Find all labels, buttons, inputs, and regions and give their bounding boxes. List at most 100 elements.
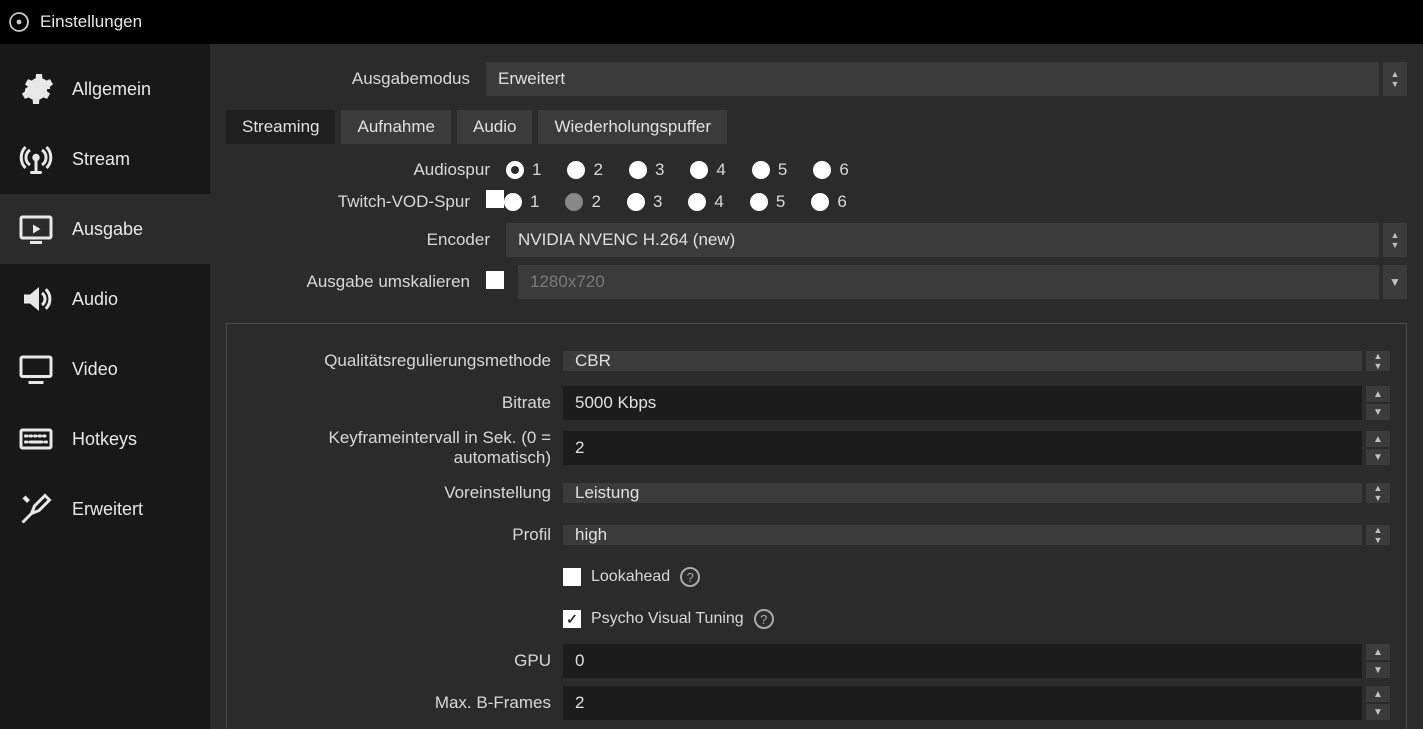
twitchvod-radio-5[interactable]: 5 [750, 192, 785, 212]
keyframe-input[interactable]: 2 [563, 431, 1362, 465]
twitchvod-radio-2[interactable]: 2 [565, 192, 600, 212]
preset-label: Voreinstellung [243, 483, 563, 503]
lookahead-checkbox[interactable] [563, 568, 581, 586]
output-tabs: Streaming Aufnahme Audio Wiederholungspu… [226, 110, 1407, 144]
audiotrack-radio-group: 1 2 3 4 5 6 [506, 160, 849, 180]
twitchvod-radio-6[interactable]: 6 [811, 192, 846, 212]
gpu-label: GPU [243, 651, 563, 671]
chevron-down-icon: ▼ [1389, 275, 1401, 289]
sidebar-item-video[interactable]: Video [0, 334, 210, 404]
chevron-down-icon: ▼ [1374, 494, 1383, 502]
sidebar-item-label: Allgemein [72, 79, 151, 100]
sidebar-item-advanced[interactable]: Erweitert [0, 474, 210, 544]
chevron-up-icon: ▲ [1374, 526, 1383, 534]
gear-icon [16, 69, 56, 109]
bframes-spinner[interactable]: ▲ ▼ [1366, 686, 1390, 720]
spinner-down-icon[interactable]: ▼ [1366, 704, 1390, 720]
help-icon[interactable]: ? [680, 567, 700, 587]
twitchvod-radio-3[interactable]: 3 [627, 192, 662, 212]
twitchvod-radio-4[interactable]: 4 [688, 192, 723, 212]
sidebar: Allgemein Stream Ausgabe Audio Video [0, 44, 210, 729]
twitchvod-radio-group: 1 2 3 4 5 6 [504, 192, 847, 212]
encoder-label: Encoder [226, 230, 506, 250]
output-icon [16, 209, 56, 249]
rescale-select[interactable]: 1280x720 [518, 265, 1379, 299]
spinner-down-icon[interactable]: ▼ [1366, 404, 1390, 420]
twitchvod-radio-1[interactable]: 1 [504, 192, 539, 212]
sidebar-item-hotkeys[interactable]: Hotkeys [0, 404, 210, 474]
rate-control-stepper[interactable]: ▲▼ [1366, 351, 1390, 371]
tab-audio[interactable]: Audio [457, 110, 532, 144]
preset-select[interactable]: Leistung [563, 483, 1362, 503]
lookahead-label: Lookahead [591, 568, 670, 586]
tab-streaming[interactable]: Streaming [226, 110, 335, 144]
audiotrack-radio-5[interactable]: 5 [752, 160, 787, 180]
bframes-label: Max. B-Frames [243, 693, 563, 713]
chevron-down-icon: ▼ [1374, 362, 1383, 370]
psycho-checkbox[interactable] [563, 610, 581, 628]
psycho-label: Psycho Visual Tuning [591, 610, 744, 628]
rescale-dropdown-button[interactable]: ▼ [1383, 265, 1407, 299]
rate-control-label: Qualitätsregulierungsmethode [243, 351, 563, 371]
audiotrack-label: Audiospur [226, 160, 506, 180]
sidebar-item-general[interactable]: Allgemein [0, 54, 210, 124]
help-icon[interactable]: ? [754, 609, 774, 629]
twitchvod-enable-checkbox[interactable] [486, 190, 504, 208]
bframes-input[interactable]: 2 [563, 686, 1362, 720]
chevron-down-icon: ▼ [1391, 80, 1400, 88]
spinner-up-icon[interactable]: ▲ [1366, 386, 1390, 402]
output-mode-select[interactable]: Erweitert [486, 62, 1379, 96]
audiotrack-radio-2[interactable]: 2 [567, 160, 602, 180]
app-logo-icon [8, 11, 30, 33]
encoder-settings-group: Qualitätsregulierungsmethode CBR ▲▼ Bitr… [226, 323, 1407, 729]
titlebar: Einstellungen [0, 0, 1423, 44]
keyboard-icon [16, 419, 56, 459]
spinner-up-icon[interactable]: ▲ [1366, 686, 1390, 702]
sidebar-item-label: Hotkeys [72, 429, 137, 450]
spinner-down-icon[interactable]: ▼ [1366, 449, 1390, 465]
chevron-up-icon: ▲ [1374, 352, 1383, 360]
sidebar-item-label: Ausgabe [72, 219, 143, 240]
spinner-down-icon[interactable]: ▼ [1366, 662, 1390, 678]
profile-select[interactable]: high [563, 525, 1362, 545]
sidebar-item-label: Video [72, 359, 118, 380]
gpu-spinner[interactable]: ▲ ▼ [1366, 644, 1390, 678]
rescale-checkbox[interactable] [486, 271, 504, 289]
profile-stepper[interactable]: ▲▼ [1366, 525, 1390, 545]
speaker-icon [16, 279, 56, 319]
spinner-up-icon[interactable]: ▲ [1366, 431, 1390, 447]
chevron-down-icon: ▼ [1374, 536, 1383, 544]
tools-icon [16, 489, 56, 529]
sidebar-item-label: Audio [72, 289, 118, 310]
sidebar-item-output[interactable]: Ausgabe [0, 194, 210, 264]
chevron-up-icon: ▲ [1391, 70, 1400, 78]
preset-stepper[interactable]: ▲▼ [1366, 483, 1390, 503]
chevron-down-icon: ▼ [1391, 241, 1400, 249]
spinner-up-icon[interactable]: ▲ [1366, 644, 1390, 660]
output-mode-stepper[interactable]: ▲ ▼ [1383, 62, 1407, 96]
audiotrack-radio-6[interactable]: 6 [813, 160, 848, 180]
bitrate-spinner[interactable]: ▲ ▼ [1366, 386, 1390, 420]
audiotrack-radio-1[interactable]: 1 [506, 160, 541, 180]
bitrate-input[interactable]: 5000 Kbps [563, 386, 1362, 420]
twitchvod-label: Twitch-VOD-Spur [226, 192, 486, 212]
encoder-stepper[interactable]: ▲ ▼ [1383, 223, 1407, 257]
audiotrack-radio-4[interactable]: 4 [690, 160, 725, 180]
chevron-up-icon: ▲ [1391, 231, 1400, 239]
audiotrack-radio-3[interactable]: 3 [629, 160, 664, 180]
encoder-select[interactable]: NVIDIA NVENC H.264 (new) [506, 223, 1379, 257]
keyframe-label: Keyframeintervall in Sek. (0 = automatis… [243, 428, 563, 468]
gpu-input[interactable]: 0 [563, 644, 1362, 678]
chevron-up-icon: ▲ [1374, 484, 1383, 492]
output-mode-label: Ausgabemodus [226, 69, 486, 89]
sidebar-item-stream[interactable]: Stream [0, 124, 210, 194]
main-panel: Ausgabemodus Erweitert ▲ ▼ Streaming Auf… [210, 44, 1423, 729]
rescale-label: Ausgabe umskalieren [226, 272, 486, 292]
sidebar-item-audio[interactable]: Audio [0, 264, 210, 334]
tab-recording[interactable]: Aufnahme [341, 110, 451, 144]
monitor-icon [16, 349, 56, 389]
rate-control-select[interactable]: CBR [563, 351, 1362, 371]
tab-replay-buffer[interactable]: Wiederholungspuffer [538, 110, 727, 144]
profile-label: Profil [243, 525, 563, 545]
keyframe-spinner[interactable]: ▲ ▼ [1366, 431, 1390, 465]
